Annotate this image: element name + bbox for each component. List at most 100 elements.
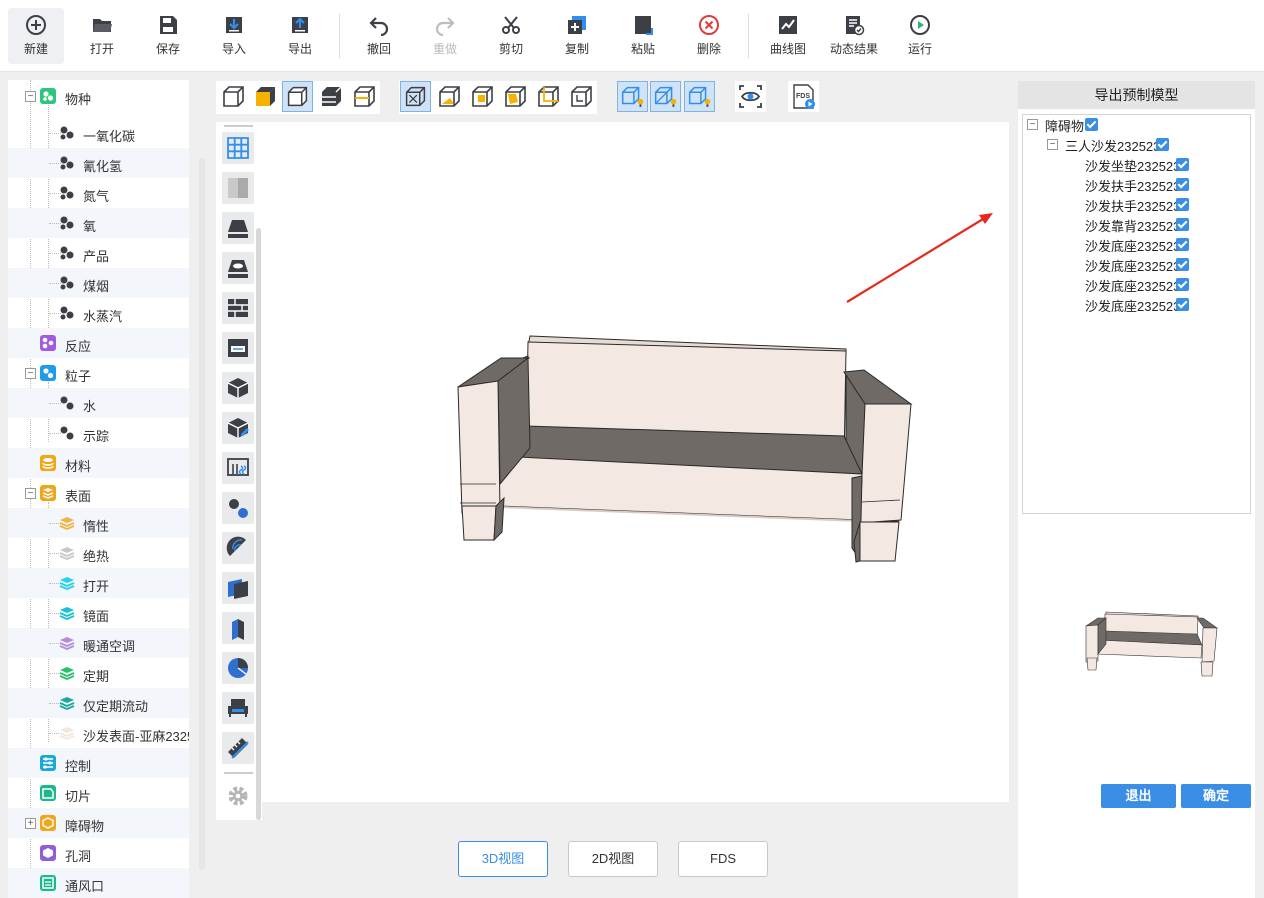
light-edge-button[interactable] bbox=[650, 81, 681, 112]
fds-export-button[interactable]: FDS bbox=[788, 81, 819, 112]
tree-child-label[interactable]: 沙发底座232523 bbox=[1085, 296, 1180, 316]
group-checkbox[interactable] bbox=[1156, 138, 1169, 151]
tree-root-label[interactable]: 障碍物 bbox=[1045, 116, 1084, 136]
sofa-3d-model[interactable] bbox=[262, 122, 1009, 802]
curve-chart-button[interactable]: 曲线图 bbox=[760, 8, 816, 64]
new-button[interactable]: 新建 bbox=[8, 8, 64, 64]
confirm-button[interactable]: 确定 bbox=[1181, 784, 1251, 808]
collapse-toggle[interactable]: − bbox=[25, 91, 36, 102]
child-checkbox[interactable] bbox=[1176, 198, 1189, 211]
hole-tool-button[interactable] bbox=[222, 252, 254, 284]
vent-tool-button[interactable] bbox=[222, 332, 254, 364]
delete-button[interactable]: 删除 bbox=[681, 8, 737, 64]
light-cube-button[interactable] bbox=[617, 81, 648, 112]
dynamic-result-button[interactable]: 动态结果 bbox=[826, 8, 882, 64]
tree-item-surface-child[interactable]: 镜面 bbox=[8, 598, 189, 628]
import-button[interactable]: 导入 bbox=[206, 8, 262, 64]
child-checkbox[interactable] bbox=[1176, 218, 1189, 231]
furniture-tool-button[interactable] bbox=[222, 692, 254, 724]
tree-child-label[interactable]: 沙发靠背232523 bbox=[1085, 216, 1180, 236]
transparent-box-tool-button[interactable] bbox=[222, 412, 254, 444]
export-button[interactable]: 导出 bbox=[272, 8, 328, 64]
heater-tool-button[interactable] bbox=[222, 452, 254, 484]
outline-view-button[interactable] bbox=[282, 81, 313, 112]
plane-tool-button[interactable] bbox=[222, 572, 254, 604]
tree-child-label[interactable]: 沙发坐垫232523 bbox=[1085, 156, 1180, 176]
child-checkbox[interactable] bbox=[1176, 258, 1189, 271]
tree-child-label[interactable]: 沙发底座232523 bbox=[1085, 256, 1180, 276]
prism-tool-button[interactable] bbox=[222, 612, 254, 644]
tree-group-label[interactable]: 三人沙发232523 bbox=[1065, 136, 1160, 156]
tree-item-reaction[interactable]: 反应 bbox=[8, 328, 189, 358]
paste-button[interactable]: 粘贴 bbox=[615, 8, 671, 64]
collapse-toggle[interactable]: − bbox=[1027, 119, 1038, 130]
tree-item-species-child[interactable]: 一氧化碳 bbox=[8, 118, 189, 148]
tab-3d-view[interactable]: 3D视图 bbox=[458, 841, 548, 877]
edit-tool-button[interactable] bbox=[222, 732, 254, 764]
tree-item-surface-child[interactable]: 沙发表面-亚麻232523 bbox=[8, 718, 189, 748]
panel-tool-button[interactable] bbox=[222, 172, 254, 204]
mesh-tool-button[interactable] bbox=[222, 212, 254, 244]
obstruction-tool-button[interactable] bbox=[222, 372, 254, 404]
child-checkbox[interactable] bbox=[1176, 298, 1189, 311]
grid-tool-button[interactable] bbox=[222, 132, 254, 164]
exit-button[interactable]: 退出 bbox=[1101, 784, 1176, 808]
child-checkbox[interactable] bbox=[1176, 238, 1189, 251]
tree-item-particle[interactable]: − 粒子 bbox=[8, 358, 189, 388]
tree-item-hole[interactable]: 孔洞 bbox=[8, 838, 189, 868]
tree-item-species-child[interactable]: 产品 bbox=[8, 238, 189, 268]
tab-fds[interactable]: FDS bbox=[678, 841, 768, 877]
top-view-button[interactable] bbox=[467, 81, 498, 112]
expand-toggle[interactable]: + bbox=[25, 818, 36, 829]
tree-item-vent[interactable]: 通风口 bbox=[8, 868, 189, 898]
section-view-button[interactable] bbox=[349, 81, 380, 112]
save-button[interactable]: 保存 bbox=[140, 8, 196, 64]
tree-scrollbar[interactable] bbox=[199, 158, 205, 870]
tree-item-material[interactable]: 材料 bbox=[8, 448, 189, 478]
tree-item-species-child[interactable]: 氮气 bbox=[8, 178, 189, 208]
tool-strip-scrollbar[interactable] bbox=[256, 228, 261, 820]
tree-item-slice[interactable]: 切片 bbox=[8, 778, 189, 808]
open-button[interactable]: 打开 bbox=[74, 8, 130, 64]
tree-item-surface[interactable]: − 表面 bbox=[8, 478, 189, 508]
solid-view-button[interactable] bbox=[250, 81, 281, 112]
copy-button[interactable]: 复制 bbox=[549, 8, 605, 64]
front-view-button[interactable] bbox=[434, 81, 465, 112]
pie-tool-button[interactable] bbox=[222, 652, 254, 684]
tree-item-surface-child[interactable]: 绝热 bbox=[8, 538, 189, 568]
root-checkbox[interactable] bbox=[1085, 118, 1098, 131]
tree-child-label[interactable]: 沙发底座232523 bbox=[1085, 236, 1180, 256]
side-view-button[interactable] bbox=[500, 81, 531, 112]
bottom-view-button[interactable] bbox=[566, 81, 597, 112]
tree-item-particle-child[interactable]: 水 bbox=[8, 388, 189, 418]
back-view-button[interactable] bbox=[533, 81, 564, 112]
child-checkbox[interactable] bbox=[1176, 278, 1189, 291]
iso-view-button[interactable] bbox=[400, 81, 431, 112]
tree-child-label[interactable]: 沙发底座232523 bbox=[1085, 276, 1180, 296]
wireframe-view-button[interactable] bbox=[218, 81, 249, 112]
tree-item-surface-child[interactable]: 定期 bbox=[8, 658, 189, 688]
run-button[interactable]: 运行 bbox=[892, 8, 948, 64]
tree-child-label[interactable]: 沙发扶手232523 bbox=[1085, 176, 1180, 196]
settings-button[interactable] bbox=[222, 780, 254, 812]
tree-item-species[interactable]: − 物种 bbox=[8, 81, 189, 111]
3d-viewport[interactable] bbox=[262, 122, 1009, 802]
tree-child-label[interactable]: 沙发扶手232523 bbox=[1085, 196, 1180, 216]
tree-item-species-child[interactable]: 氧 bbox=[8, 208, 189, 238]
cut-button[interactable]: 剪切 bbox=[483, 8, 539, 64]
visibility-button[interactable] bbox=[735, 81, 766, 112]
tree-item-surface-child[interactable]: 打开 bbox=[8, 568, 189, 598]
collapse-toggle[interactable]: − bbox=[1047, 139, 1058, 150]
collapse-toggle[interactable]: − bbox=[25, 488, 36, 499]
light-face-button[interactable] bbox=[684, 81, 715, 112]
redo-button[interactable]: 重做 bbox=[417, 8, 473, 64]
particle-tool-button[interactable] bbox=[222, 492, 254, 524]
undo-button[interactable]: 撤回 bbox=[351, 8, 407, 64]
collapse-toggle[interactable]: − bbox=[25, 368, 36, 379]
tree-item-species-child[interactable]: 水蒸汽 bbox=[8, 298, 189, 328]
tree-item-obstacle[interactable]: + 障碍物 bbox=[8, 808, 189, 838]
tree-item-species-child[interactable]: 煤烟 bbox=[8, 268, 189, 298]
child-checkbox[interactable] bbox=[1176, 158, 1189, 171]
tab-2d-view[interactable]: 2D视图 bbox=[568, 841, 658, 877]
wall-tool-button[interactable] bbox=[222, 292, 254, 324]
